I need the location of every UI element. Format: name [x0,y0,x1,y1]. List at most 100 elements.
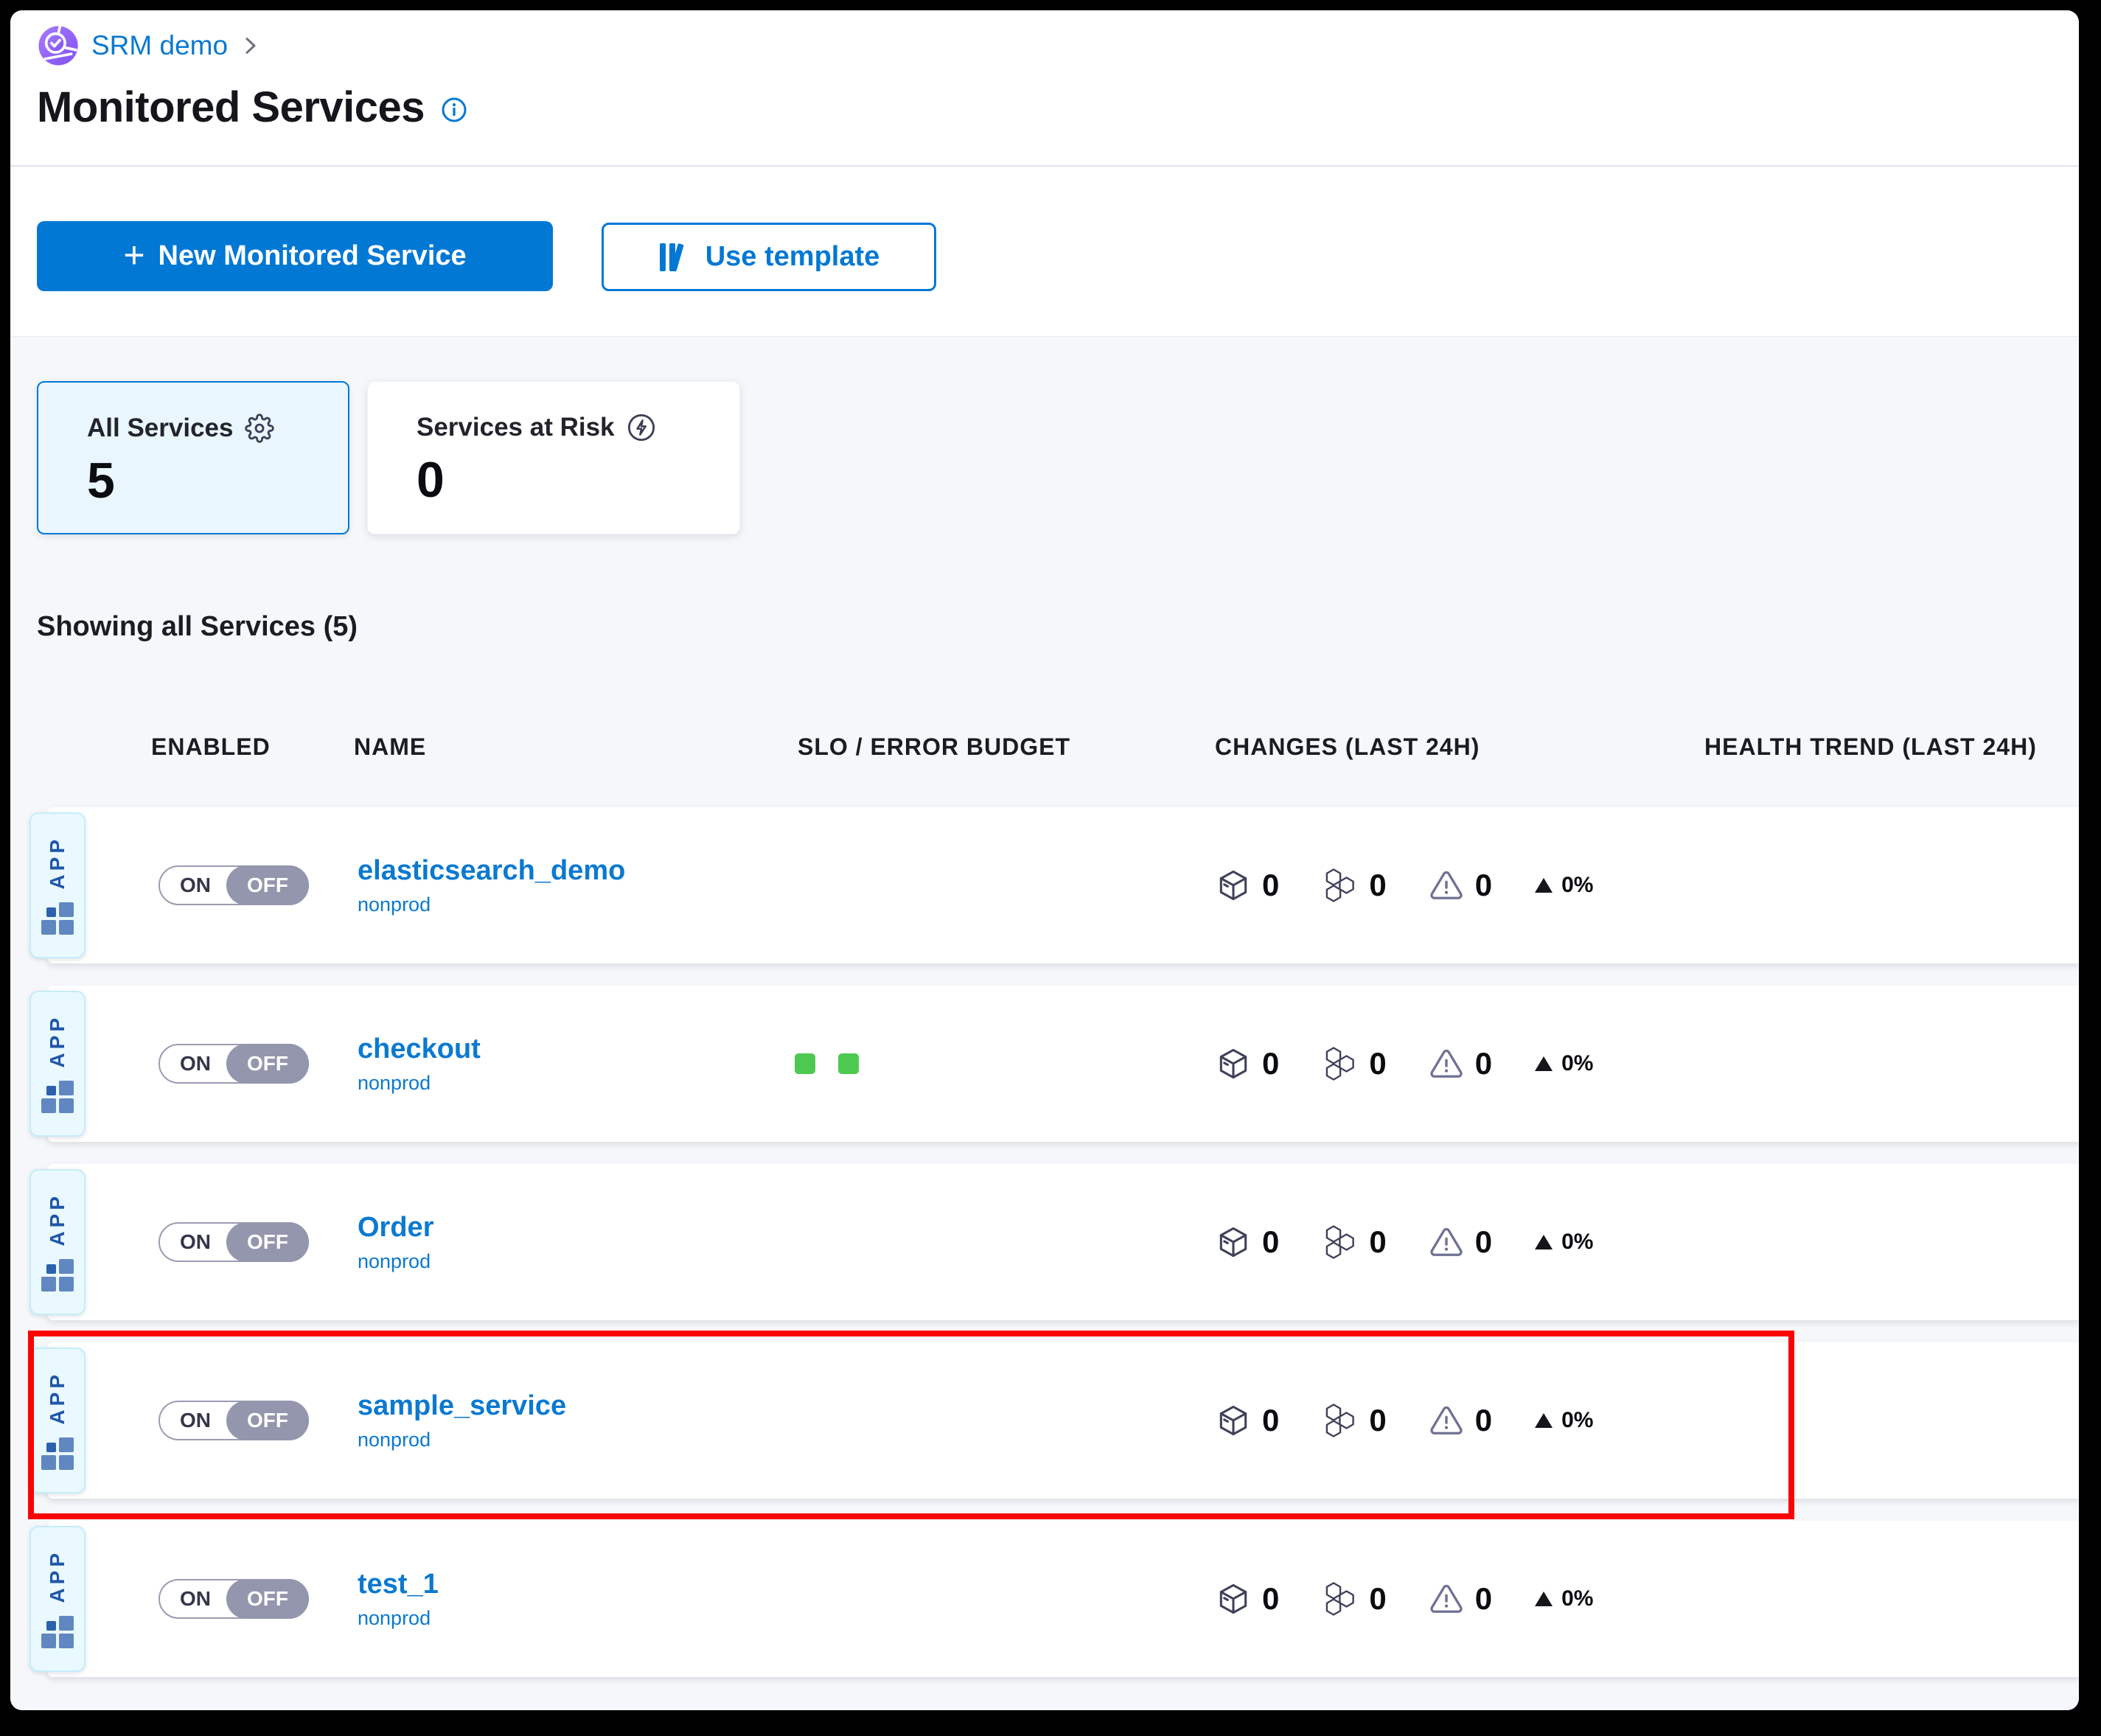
toggle-on-label: ON [160,1045,231,1082]
infrastructure-count: 0 [1369,1224,1386,1260]
service-name-link[interactable]: sample_service [358,1390,566,1422]
toggle-on-label: ON [160,1580,231,1617]
slo-error-budget-indicators [795,986,859,1142]
content-area: All Services 5 Services at Risk [10,336,2079,1710]
slo-indicator-square [795,1053,815,1074]
incidents-count: 0 [1475,1403,1492,1438]
app-grid-icon [41,1616,74,1648]
slo-indicator-square [838,1053,859,1074]
toggle-on-label: ON [160,1224,231,1261]
column-header-name: NAME [354,733,426,761]
trend-up-icon [1535,1235,1553,1249]
toggle-off-label: OFF [226,1044,309,1084]
toggle-on-label: ON [160,1402,231,1439]
new-monitored-service-label: New Monitored Service [158,240,467,272]
enabled-toggle[interactable]: ON OFF [158,1401,309,1440]
deployments-count: 0 [1262,1581,1279,1617]
use-template-label: Use template [705,241,880,273]
incidents-count: 0 [1475,1581,1492,1617]
service-environment: nonprod [358,1607,439,1630]
service-row: APP ON OFF Order nonprod 0 [29,1164,2079,1320]
trend-up-icon [1535,1056,1553,1071]
gear-icon [245,414,274,443]
service-row: APP ON OFF sample_service nonprod 0 [29,1342,2079,1499]
deployments-count: 0 [1262,1224,1279,1260]
header-divider [10,165,2079,167]
service-name-block: elasticsearch_demo nonprod [358,807,625,963]
service-type-label: APP [46,1549,69,1603]
app-grid-icon [41,1437,74,1470]
health-trend-value: 0% [1561,1586,1593,1611]
chevron-right-icon [240,35,262,57]
service-row: APP ON OFF elasticsearch_demo nonprod 0 [29,807,2079,963]
enabled-toggle[interactable]: ON OFF [158,1044,309,1084]
all-services-card[interactable]: All Services 5 [37,381,349,534]
info-icon[interactable] [441,97,467,123]
service-name-link[interactable]: elasticsearch_demo [358,855,625,887]
service-row-card[interactable] [47,986,2079,1142]
deployments-count: 0 [1262,1046,1279,1081]
column-header-slo: SLO / ERROR BUDGET [798,733,1070,761]
service-environment: nonprod [358,1250,433,1273]
service-row-card[interactable] [47,807,2079,963]
app-grid-icon [41,1081,74,1113]
service-type-label: APP [46,836,69,890]
infrastructure-icon [1322,1224,1357,1260]
column-header-enabled: ENABLED [151,733,271,761]
service-name-link[interactable]: Order [358,1212,433,1244]
health-trend-value: 0% [1561,873,1593,898]
service-name-block: test_1 nonprod [358,1521,439,1677]
service-row-card[interactable] [47,1521,2079,1677]
lightning-icon [627,413,656,442]
service-name-block: Order nonprod [358,1164,433,1320]
enabled-toggle[interactable]: ON OFF [158,1222,309,1262]
infrastructure-count: 0 [1369,868,1386,903]
app-window: SRM demo Monitored Services + New Monito… [10,10,2079,1710]
plus-icon: + [123,237,144,273]
all-services-label: All Services [87,414,233,443]
service-type-label: APP [46,1014,69,1068]
changes-block: 0 0 0 0% [1216,1164,1593,1320]
incidents-warning-icon [1429,868,1463,902]
services-at-risk-card[interactable]: Services at Risk 0 [367,381,740,534]
changes-block: 0 0 0 0% [1216,986,1593,1142]
toggle-off-label: OFF [226,1401,309,1440]
enabled-toggle[interactable]: ON OFF [158,1579,309,1619]
column-header-health-trend: HEALTH TREND (LAST 24H) [1704,733,2037,761]
incidents-warning-icon [1429,1404,1463,1437]
deployments-icon [1216,1582,1250,1616]
service-row-card[interactable] [47,1342,2079,1499]
incidents-warning-icon [1429,1582,1463,1616]
incidents-warning-icon [1429,1047,1463,1081]
service-type-label: APP [46,1371,69,1425]
new-monitored-service-button[interactable]: + New Monitored Service [37,221,553,291]
page-title: Monitored Services [37,83,425,132]
changes-block: 0 0 0 0% [1216,1342,1593,1499]
services-at-risk-count: 0 [417,451,739,509]
toggle-off-label: OFF [226,1222,309,1262]
deployments-icon [1216,1404,1250,1437]
service-environment: nonprod [358,893,625,916]
service-name-link[interactable]: test_1 [358,1569,439,1600]
breadcrumb: SRM demo [37,22,262,69]
service-type-tag: APP [29,812,86,958]
infrastructure-icon [1322,1581,1357,1617]
incidents-warning-icon [1429,1225,1463,1259]
use-template-button[interactable]: Use template [602,223,936,291]
list-heading: Showing all Services (5) [37,611,358,643]
service-type-tag: APP [29,991,86,1137]
service-row-card[interactable] [47,1164,2079,1320]
toggle-on-label: ON [160,867,231,904]
services-table-rows: APP ON OFF elasticsearch_demo nonprod 0 [29,807,2079,1677]
enabled-toggle[interactable]: ON OFF [158,865,309,905]
title-row: Monitored Services [37,83,467,132]
incidents-count: 0 [1475,1046,1492,1081]
template-icon [658,242,691,273]
service-name-link[interactable]: checkout [358,1033,481,1065]
incidents-count: 0 [1475,868,1492,903]
deployments-icon [1216,1225,1250,1259]
infrastructure-icon [1322,868,1357,903]
breadcrumb-project-link[interactable]: SRM demo [91,30,228,61]
incidents-count: 0 [1475,1224,1492,1260]
service-name-block: sample_service nonprod [358,1342,566,1499]
